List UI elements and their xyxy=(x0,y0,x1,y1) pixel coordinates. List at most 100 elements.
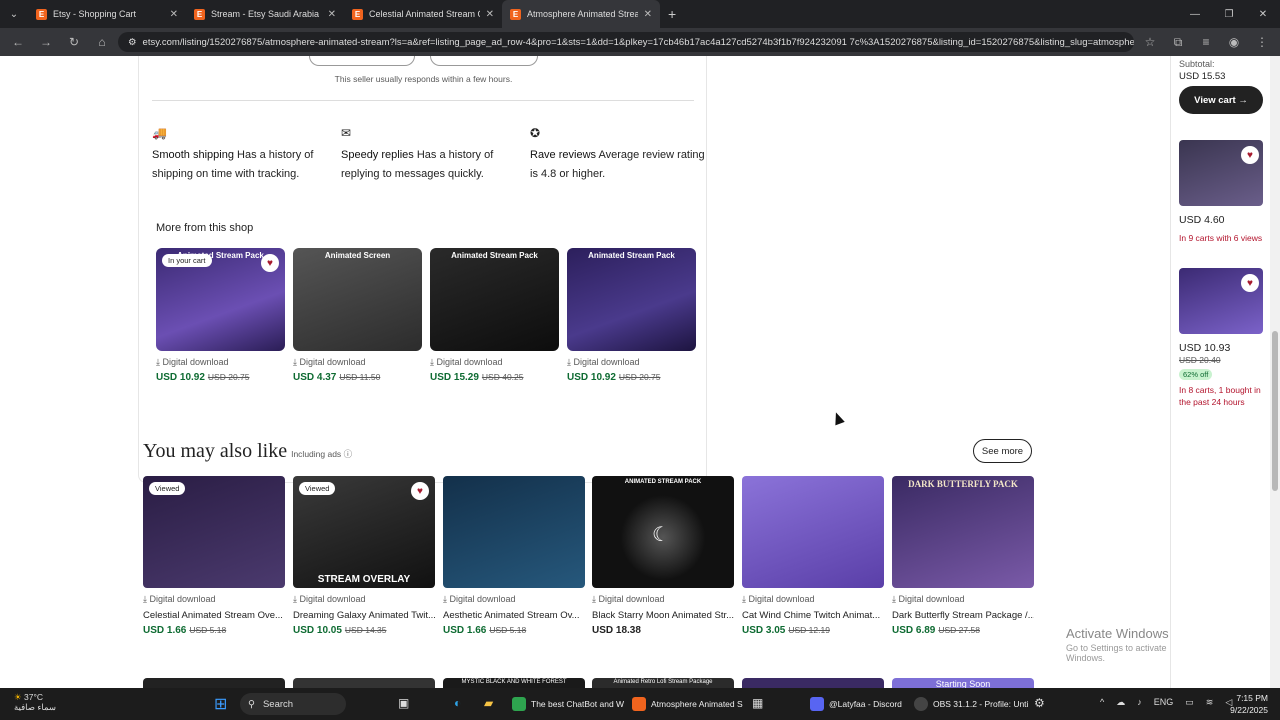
taskbar-app-chatbot[interactable]: The best ChatBot and W xyxy=(512,694,624,714)
product-thumbnail[interactable] xyxy=(742,476,884,588)
cloud-icon[interactable]: ☁ xyxy=(1116,697,1125,708)
close-icon[interactable]: ✕ xyxy=(170,9,178,20)
maximize-icon[interactable]: ❐ xyxy=(1212,0,1246,28)
profile-icon[interactable]: ◉ xyxy=(1222,35,1246,49)
product-name[interactable]: Black Starry Moon Animated Str... xyxy=(592,610,734,621)
download-icon: ⤓ xyxy=(430,357,434,367)
product-thumbnail[interactable] xyxy=(443,476,585,588)
info-icon[interactable]: ⓘ xyxy=(344,449,353,459)
follow-shop-button[interactable] xyxy=(430,56,538,66)
activate-title: Activate Windows xyxy=(1066,626,1169,641)
sale-price: USD 18.38 xyxy=(592,625,641,636)
product-thumbnail[interactable]: ANIMATED STREAM PACK ☾ xyxy=(592,476,734,588)
thumbnail-label: DARK BUTTERFLY PACK xyxy=(908,479,1018,489)
product-name[interactable]: Dark Butterfly Stream Package /... xyxy=(892,610,1034,621)
product-thumbnail[interactable]: Animated Screen xyxy=(293,248,422,351)
see-more-button[interactable]: See more xyxy=(973,439,1032,463)
heart-filled-icon[interactable]: ♥ xyxy=(261,254,279,272)
divider xyxy=(152,100,694,101)
close-icon[interactable]: ✕ xyxy=(486,9,494,20)
product-thumbnail[interactable]: Viewed ♥ STREAM OVERLAY xyxy=(293,476,435,588)
cart-item-original-price: USD 20.40 xyxy=(1179,355,1221,365)
microphone-icon[interactable]: ♪ xyxy=(1137,697,1142,708)
tab-shopping-cart[interactable]: E Etsy - Shopping Cart ✕ xyxy=(28,0,186,28)
cart-item-thumbnail[interactable]: ♥ xyxy=(1179,140,1263,206)
taskbar-app-obs[interactable]: OBS 31.1.2 - Profile: Unti xyxy=(914,694,1028,714)
product-name[interactable]: Cat Wind Chime Twitch Animat... xyxy=(742,610,884,621)
close-icon[interactable]: ✕ xyxy=(644,9,652,20)
next-row-thumbnail[interactable]: Starting Soon xyxy=(892,678,1034,688)
shop-item[interactable]: Animated Screen ⤓ Digital download USD 4… xyxy=(293,248,422,383)
edge-icon[interactable]: ◐ xyxy=(454,696,461,710)
taskbar-app-discord[interactable]: @Latyfaa - Discord xyxy=(810,694,902,714)
weather-widget[interactable]: ☀ 37°C سماء صافية xyxy=(14,692,56,712)
mouse-cursor-icon xyxy=(831,410,845,426)
site-info-icon[interactable]: ⚙ xyxy=(128,37,137,48)
clock[interactable]: 7:15 PM 9/22/2025 xyxy=(1230,692,1268,716)
product-type: Digital download xyxy=(149,594,216,604)
product-name[interactable]: Aesthetic Animated Stream Ov... xyxy=(443,610,585,621)
close-window-icon[interactable]: ✕ xyxy=(1246,0,1280,28)
shop-item[interactable]: Animated Stream Pack ⤓ Digital download … xyxy=(567,248,696,383)
minimize-icon[interactable]: — xyxy=(1178,0,1212,28)
display-icon[interactable]: ▭ xyxy=(1185,697,1194,708)
recommended-item[interactable]: ANIMATED STREAM PACK ☾ ⤓ Digital downloa… xyxy=(592,476,734,636)
shop-item[interactable]: Animated Stream Pack In your cart ♥ ⤓ Di… xyxy=(156,248,285,383)
product-type: Digital download xyxy=(299,357,366,367)
recommended-item[interactable]: ⤓ Digital download Aesthetic Animated St… xyxy=(443,476,585,636)
subtotal-value: USD 15.53 xyxy=(1179,71,1226,82)
wifi-icon[interactable]: ≋ xyxy=(1206,697,1214,708)
url-input[interactable]: ⚙ etsy.com/listing/1520276875/atmosphere… xyxy=(118,32,1134,52)
home-icon[interactable]: ⌂ xyxy=(90,35,114,49)
taskbar-app-chrome[interactable]: Atmosphere Animated S xyxy=(632,694,743,714)
product-thumbnail[interactable]: Viewed xyxy=(143,476,285,588)
next-row-thumbnail[interactable] xyxy=(143,678,285,688)
task-view-icon[interactable]: ▣ xyxy=(398,696,409,710)
bookmark-star-icon[interactable]: ☆ xyxy=(1138,35,1162,49)
shop-item[interactable]: Animated Stream Pack ⤓ Digital download … xyxy=(430,248,559,383)
tab-celestial[interactable]: E Celestial Animated Stream Ove ✕ xyxy=(344,0,502,28)
recommended-item[interactable]: Viewed ♥ STREAM OVERLAY ⤓ Digital downlo… xyxy=(293,476,435,636)
forward-arrow-icon[interactable]: → xyxy=(34,35,58,49)
view-cart-button[interactable]: View cart → xyxy=(1179,86,1263,114)
etsy-favicon-icon: E xyxy=(510,8,521,20)
recommended-item[interactable]: DARK BUTTERFLY PACK ⤓ Digital download D… xyxy=(892,476,1034,636)
chevron-up-icon[interactable]: ^ xyxy=(1100,697,1104,708)
heart-filled-icon[interactable]: ♥ xyxy=(1241,274,1259,292)
recommended-item[interactable]: Viewed ⤓ Digital download Celestial Anim… xyxy=(143,476,285,636)
language-indicator[interactable]: ENG xyxy=(1154,697,1174,708)
next-row-thumbnail[interactable] xyxy=(742,678,884,688)
cart-item-thumbnail[interactable]: ♥ xyxy=(1179,268,1263,334)
tab-stream-etsy[interactable]: E Stream - Etsy Saudi Arabia ✕ xyxy=(186,0,344,28)
thumbnail-caption: STREAM OVERLAY xyxy=(317,574,411,585)
product-name[interactable]: Celestial Animated Stream Ove... xyxy=(143,610,285,621)
settings-gear-icon[interactable]: ⚙ xyxy=(1034,696,1045,710)
product-name[interactable]: Dreaming Galaxy Animated Twit... xyxy=(293,610,435,621)
heart-filled-icon[interactable]: ♥ xyxy=(411,482,429,500)
reload-icon[interactable]: ↻ xyxy=(62,35,86,49)
browser-menu-icon[interactable]: ⋮ xyxy=(1250,35,1274,49)
heart-filled-icon[interactable]: ♥ xyxy=(1241,146,1259,164)
product-thumbnail[interactable]: Animated Stream Pack In your cart ♥ xyxy=(156,248,285,351)
extensions-icon[interactable]: ⧉ xyxy=(1166,35,1190,50)
close-icon[interactable]: ✕ xyxy=(328,9,336,20)
product-thumbnail[interactable]: Animated Stream Pack xyxy=(567,248,696,351)
product-thumbnail[interactable]: Animated Stream Pack xyxy=(430,248,559,351)
folder-icon[interactable]: ▰ xyxy=(484,696,493,710)
recommended-item[interactable]: ⤓ Digital download Cat Wind Chime Twitch… xyxy=(742,476,884,636)
back-arrow-icon[interactable]: ← xyxy=(6,35,30,49)
product-thumbnail[interactable]: DARK BUTTERFLY PACK xyxy=(892,476,1034,588)
message-seller-button[interactable] xyxy=(309,56,415,66)
scrollbar-thumb[interactable] xyxy=(1272,331,1278,491)
next-row-thumbnail[interactable] xyxy=(293,678,435,688)
windows-start-icon[interactable]: ⊞ xyxy=(214,694,227,714)
calculator-icon[interactable]: ▦ xyxy=(752,696,763,710)
reading-list-icon[interactable]: ≡ xyxy=(1194,35,1218,49)
next-row-thumbnail[interactable]: MYSTIC BLACK AND WHITE FOREST xyxy=(443,678,585,688)
taskbar-search[interactable]: ⚲ Search xyxy=(240,693,346,715)
next-row-thumbnail[interactable]: Animated Retro Lofi Stream Package xyxy=(592,678,734,688)
tab-atmosphere[interactable]: E Atmosphere Animated Stream ✕ xyxy=(502,0,660,28)
tab-menu-icon[interactable]: ⌄ xyxy=(0,0,28,28)
page-scrollbar[interactable] xyxy=(1270,56,1280,688)
new-tab-plus-icon[interactable]: + xyxy=(660,6,684,22)
